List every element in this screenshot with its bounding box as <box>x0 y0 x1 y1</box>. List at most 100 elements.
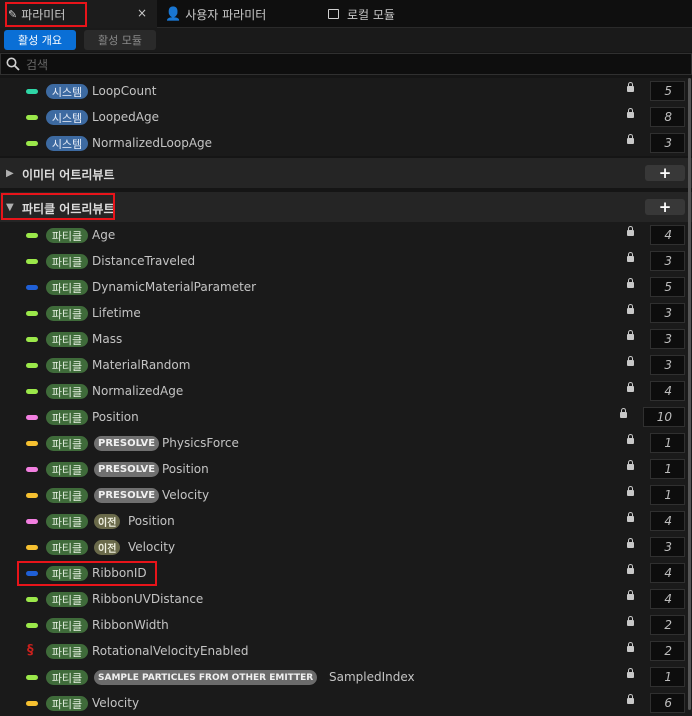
parameter-name: NormalizedLoopAge <box>92 136 213 150</box>
parameter-row[interactable]: 파티클 Position 10 <box>0 404 692 430</box>
lock-icon <box>627 642 634 652</box>
parameter-row[interactable]: 시스템 LoopCount 5 <box>0 78 692 104</box>
previous-tag: 이전 <box>94 514 121 529</box>
parameter-name: Position <box>92 410 139 424</box>
parameter-row[interactable]: 파티클 이전 Velocity 3 <box>0 534 692 560</box>
lock-icon <box>627 82 634 92</box>
type-color-indicator <box>26 337 38 342</box>
namespace-badge: 파티클 <box>46 410 88 425</box>
search-input[interactable]: 검색 <box>26 56 48 73</box>
wrench-icon: ✎ <box>8 7 18 21</box>
chevron-down-icon[interactable]: ▼ <box>6 202 14 213</box>
reference-count: 1 <box>650 433 685 453</box>
search-box[interactable]: 검색 <box>0 53 692 75</box>
namespace-badge: 파티클 <box>46 462 88 477</box>
type-color-indicator <box>26 623 38 628</box>
parameter-name: RibbonWidth <box>92 618 169 632</box>
namespace-badge: 파티클 <box>46 514 88 529</box>
active-overview-button[interactable]: 활성 개요 <box>4 30 76 50</box>
parameter-name: Velocity <box>92 696 140 710</box>
reference-count: 3 <box>650 329 685 349</box>
view-toggle-bar: 활성 개요 활성 모듈 <box>0 28 692 52</box>
parameter-row[interactable]: 파티클 MaterialRandom 3 <box>0 352 692 378</box>
tab-parameters[interactable]: ✎ 파라미터 × <box>0 0 157 28</box>
parameter-name: MaterialRandom <box>92 358 191 372</box>
namespace-badge: 파티클 <box>46 280 88 295</box>
parameter-row[interactable]: 파티클 RibbonUVDistance 4 <box>0 586 692 612</box>
lock-icon <box>627 252 634 262</box>
parameter-row[interactable]: 파티클 RibbonID 4 <box>0 560 692 586</box>
parameter-name: Lifetime <box>92 306 141 320</box>
parameter-name: NormalizedAge <box>92 384 184 398</box>
namespace-badge: 파티클 <box>46 332 88 347</box>
parameter-row[interactable]: 파티클 PRESOLVE Velocity 1 <box>0 482 692 508</box>
parameter-row[interactable]: 시스템 LoopedAge 8 <box>0 104 692 130</box>
type-color-indicator <box>26 115 38 120</box>
tab-user-parameters-label: 사용자 파라미터 <box>185 7 267 22</box>
tab-local-modules-label: 로컬 모듈 <box>347 7 395 22</box>
type-color-indicator <box>26 701 38 706</box>
parameter-row[interactable]: 파티클 Mass 3 <box>0 326 692 352</box>
add-button[interactable]: + <box>645 198 685 216</box>
reference-count: 10 <box>643 407 685 427</box>
namespace-badge: 파티클 <box>46 488 88 503</box>
reference-count: 2 <box>650 641 685 661</box>
chevron-right-icon[interactable]: ▶ <box>6 168 14 179</box>
lock-icon <box>627 330 634 340</box>
tab-user-parameters[interactable]: 👤 사용자 파라미터 <box>165 0 315 28</box>
close-icon[interactable]: × <box>137 6 147 20</box>
parameter-row[interactable]: 파티클 Lifetime 3 <box>0 300 692 326</box>
tab-local-modules[interactable]: 로컬 모듈 <box>328 0 448 28</box>
active-modules-button[interactable]: 활성 모듈 <box>84 30 156 50</box>
parameter-name: DynamicMaterialParameter <box>92 280 257 294</box>
lock-icon <box>627 278 634 288</box>
parameter-row[interactable]: § 파티클 RotationalVelocityEnabled 2 <box>0 638 692 664</box>
type-color-indicator <box>26 519 38 524</box>
parameter-row[interactable]: 파티클 RibbonWidth 2 <box>0 612 692 638</box>
parameter-row[interactable]: 파티클 Velocity 6 <box>0 690 692 716</box>
parameter-row[interactable]: 파티클 DistanceTraveled 3 <box>0 248 692 274</box>
reference-count: 1 <box>650 667 685 687</box>
parameter-name: Velocity <box>162 488 210 502</box>
namespace-badge: 파티클 <box>46 306 88 321</box>
section-title: 이미터 어트리뷰트 <box>22 168 115 182</box>
lock-icon <box>627 668 634 678</box>
reference-count: 3 <box>650 537 685 557</box>
parameter-row[interactable]: 파티클 Age 4 <box>0 222 692 248</box>
parameter-name: Position <box>128 514 175 528</box>
reference-count: 4 <box>650 511 685 531</box>
emitter-attributes-section[interactable]: ▶ 이미터 어트리뷰트 + <box>0 158 692 188</box>
namespace-badge: 시스템 <box>46 110 88 125</box>
parameter-name: RibbonID <box>92 566 147 580</box>
parameter-row[interactable]: 파티클 PRESOLVE Position 1 <box>0 456 692 482</box>
namespace-badge: 시스템 <box>46 84 88 99</box>
type-color-indicator <box>26 233 38 238</box>
parameter-row[interactable]: 시스템 NormalizedLoopAge 3 <box>0 130 692 156</box>
section-title: 파티클 어트리뷰트 <box>22 202 115 216</box>
namespace-badge: 파티클 <box>46 254 88 269</box>
type-color-indicator <box>26 259 38 264</box>
lock-icon <box>627 564 634 574</box>
user-icon: 👤 <box>165 6 182 22</box>
bool-type-icon: § <box>27 643 34 658</box>
particle-attributes-section[interactable]: ▼ 파티클 어트리뷰트 + <box>0 192 692 222</box>
scrollbar[interactable] <box>688 78 691 710</box>
reference-count: 5 <box>650 277 685 297</box>
type-color-indicator <box>26 467 38 472</box>
parameter-row[interactable]: 파티클 이전 Position 4 <box>0 508 692 534</box>
parameter-row[interactable]: 파티클 NormalizedAge 4 <box>0 378 692 404</box>
reference-count: 4 <box>650 563 685 583</box>
add-button[interactable]: + <box>645 164 685 182</box>
previous-tag: 이전 <box>94 540 121 555</box>
presolve-tag: PRESOLVE <box>94 488 160 503</box>
tab-parameters-label: 파라미터 <box>21 7 66 22</box>
parameter-row[interactable]: 파티클 SAMPLE PARTICLES FROM OTHER EMITTER … <box>0 664 692 690</box>
lock-icon <box>627 460 634 470</box>
parameter-row[interactable]: 파티클 PRESOLVE PhysicsForce 1 <box>0 430 692 456</box>
parameter-row[interactable]: 파티클 DynamicMaterialParameter 5 <box>0 274 692 300</box>
namespace-badge: 파티클 <box>46 540 88 555</box>
lock-icon <box>627 382 634 392</box>
lock-icon <box>627 616 634 626</box>
parameter-name: PhysicsForce <box>162 436 239 450</box>
namespace-badge: 파티클 <box>46 228 88 243</box>
